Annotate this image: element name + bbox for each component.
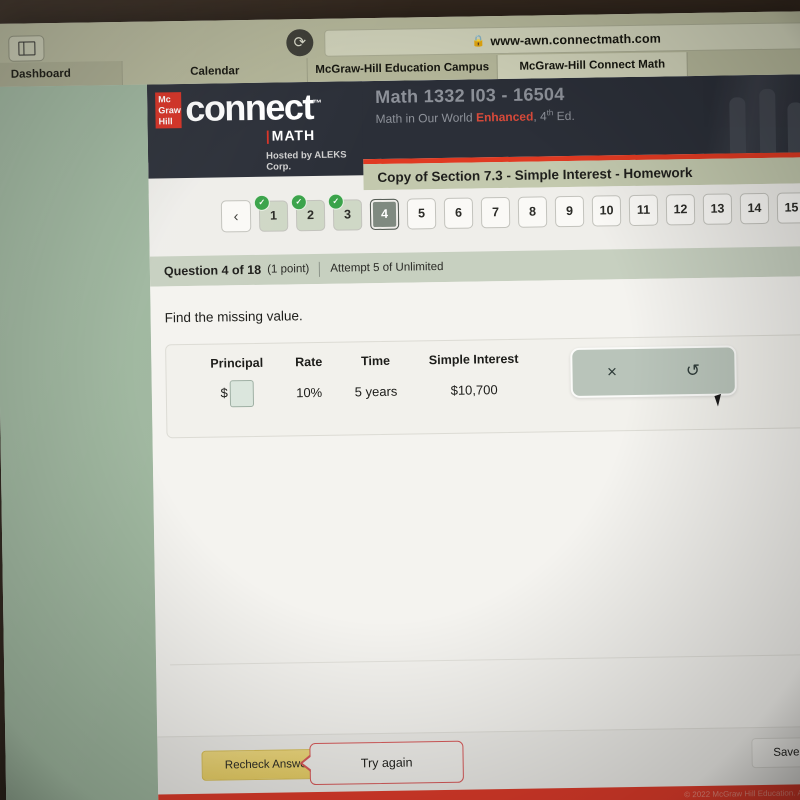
question-pager: ‹ ✓1✓2✓345678910111213141516	[220, 191, 800, 233]
page-button-label: 11	[636, 202, 651, 217]
question-body: Find the missing value. Principal Rate T…	[150, 276, 800, 737]
trademark-symbol: ™	[312, 97, 321, 109]
attempt-count: Attempt 5 of Unlimited	[330, 260, 444, 275]
page-button-label: 15	[784, 200, 799, 215]
tab-strip-filler	[687, 50, 800, 77]
page-button-1[interactable]: ✓ 1	[253, 194, 289, 232]
reset-icon[interactable]: ↺	[686, 361, 701, 381]
info-divider	[319, 261, 321, 277]
page-button-6[interactable]: 6	[443, 197, 474, 229]
page-button-13[interactable]: 13	[702, 192, 733, 225]
tab-mcgraw-hill-education-campus[interactable]: McGraw-Hill Education Campus	[307, 55, 498, 83]
cell-principal: $	[195, 379, 280, 408]
page-button-3[interactable]: ✓ 3	[327, 193, 363, 231]
check-icon: ✓	[253, 194, 270, 211]
simple-interest-table: Principal Rate Time Simple Interest $ 10…	[194, 352, 535, 408]
mcgraw-hill-logo-icon: Mc Graw Hill	[155, 92, 182, 129]
content-divider	[170, 654, 800, 666]
try-again-callout: Try again	[309, 740, 464, 786]
check-icon: ✓	[290, 193, 307, 210]
browser-window: ⟳ 🔒 www-awn.connectmath.com Dashboard Ca…	[0, 11, 800, 800]
page-button-5[interactable]: 5	[406, 197, 437, 230]
tab-dashboard[interactable]: Dashboard	[0, 60, 123, 87]
course-sub-enhanced: Enhanced	[475, 109, 534, 125]
page-button-label: 1	[269, 208, 278, 223]
page-button-8[interactable]: 8	[517, 195, 548, 228]
mouse-cursor	[714, 393, 725, 407]
page-button-9[interactable]: 9	[554, 195, 585, 227]
sidebar-toggle-icon[interactable]	[8, 35, 45, 62]
page-button-label: 6	[454, 205, 463, 220]
decorative-people-image	[702, 74, 800, 154]
answer-card: Principal Rate Time Simple Interest $ 10…	[165, 334, 800, 439]
clear-icon[interactable]: ×	[607, 362, 617, 382]
page-button-label: 4	[380, 206, 389, 221]
check-icon: ✓	[327, 193, 344, 210]
page-button-label: 12	[673, 202, 688, 217]
answer-actions: × ↺	[570, 345, 737, 398]
question-points: (1 point)	[267, 263, 310, 276]
course-sub-pre: Math in Our World	[375, 110, 477, 127]
page-button-label: 5	[417, 206, 426, 221]
dollar-sign: $	[220, 385, 228, 401]
principal-input[interactable]	[229, 379, 255, 408]
course-subtitle: Math in Our World Enhanced, 4th Ed.	[375, 108, 574, 126]
question-prompt: Find the missing value.	[164, 308, 303, 326]
math-wordmark: MATH	[266, 127, 316, 144]
cell-rate: 10%	[296, 384, 323, 401]
tab-calendar[interactable]: Calendar	[122, 58, 308, 85]
page-button-2[interactable]: ✓ 2	[290, 193, 326, 231]
table-row: $ 10% 5 years $10,700	[195, 376, 536, 408]
question-number: Question 4 of 18	[163, 262, 262, 279]
page-button-14[interactable]: 14	[739, 192, 770, 224]
page-button-label: 3	[343, 207, 352, 222]
page-button-15[interactable]: 15	[776, 191, 800, 224]
connect-text: connect	[185, 86, 314, 130]
page-button-10[interactable]: 10	[591, 194, 622, 227]
col-time: Time	[360, 353, 391, 369]
page-area: Math 1332 I03 - 16504 Math in Our World …	[0, 74, 800, 800]
page-button-label: 10	[599, 203, 614, 218]
logo-line-3: Hill	[158, 116, 173, 127]
course-title: Math 1332 I03 - 16504	[375, 84, 565, 108]
page-button-label: 8	[528, 204, 537, 219]
tab-mcgraw-hill-connect-math[interactable]: McGraw-Hill Connect Math	[497, 52, 688, 80]
lock-icon: 🔒	[471, 35, 486, 48]
page-button-7[interactable]: 7	[480, 196, 511, 228]
connect-math-app: Math 1332 I03 - 16504 Math in Our World …	[146, 74, 800, 800]
copyright-text: © 2022 McGraw Hill Education. All R	[684, 788, 800, 800]
page-button-label: 7	[491, 205, 500, 220]
assignment-title: Copy of Section 7.3 - Simple Interest - …	[377, 164, 693, 185]
page-button-label: 14	[747, 200, 762, 216]
cell-simple-interest: $10,700	[450, 382, 498, 398]
page-button-4[interactable]: 4	[369, 198, 400, 230]
chevron-left-icon[interactable]: ‹	[220, 199, 252, 233]
cell-time: 5 years	[354, 383, 398, 400]
page-button-11[interactable]: 11	[628, 194, 659, 226]
course-sub-end: Ed.	[553, 108, 575, 124]
col-principal: Principal	[210, 355, 264, 371]
save-for-later-button[interactable]: Save F	[751, 736, 800, 769]
col-rate: Rate	[295, 354, 323, 370]
reload-icon[interactable]: ⟳	[286, 28, 314, 57]
connect-wordmark: connect™	[185, 86, 321, 130]
photo-of-screen: ⟳ 🔒 www-awn.connectmath.com Dashboard Ca…	[0, 0, 800, 800]
hosted-by-text: Hosted by ALEKS Corp.	[266, 149, 347, 173]
logo-line-1: Mc	[158, 94, 171, 105]
page-button-label: 2	[306, 207, 315, 223]
page-button-label: 9	[565, 203, 574, 219]
page-button-label: 13	[710, 201, 725, 216]
page-button-12[interactable]: 12	[665, 193, 696, 225]
url-text: www-awn.connectmath.com	[490, 31, 661, 48]
brand-logo-block[interactable]: Mc Graw Hill connect™ MATH Hosted by ALE…	[146, 81, 364, 179]
col-simple-interest: Simple Interest	[428, 351, 519, 368]
sidebar-glyph	[17, 41, 35, 56]
course-sub-post: , 4	[533, 109, 547, 124]
logo-line-2: Graw	[158, 105, 181, 116]
